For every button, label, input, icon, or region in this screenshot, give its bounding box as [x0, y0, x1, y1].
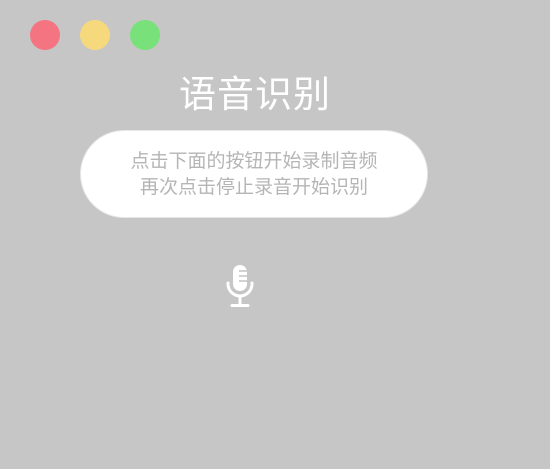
minimize-button[interactable] — [80, 20, 110, 50]
instruction-line-1: 点击下面的按钮开始录制音频 — [130, 150, 378, 172]
instruction-bubble: 点击下面的按钮开始录制音频 再次点击停止录音开始识别 — [80, 130, 428, 218]
record-button[interactable] — [218, 262, 262, 310]
window-controls — [30, 20, 160, 50]
microphone-icon — [226, 265, 254, 307]
instruction-line-2: 再次点击停止录音开始识别 — [139, 176, 368, 198]
close-button[interactable] — [30, 20, 60, 50]
maximize-button[interactable] — [130, 20, 160, 50]
page-title: 语音识别 — [179, 73, 331, 116]
